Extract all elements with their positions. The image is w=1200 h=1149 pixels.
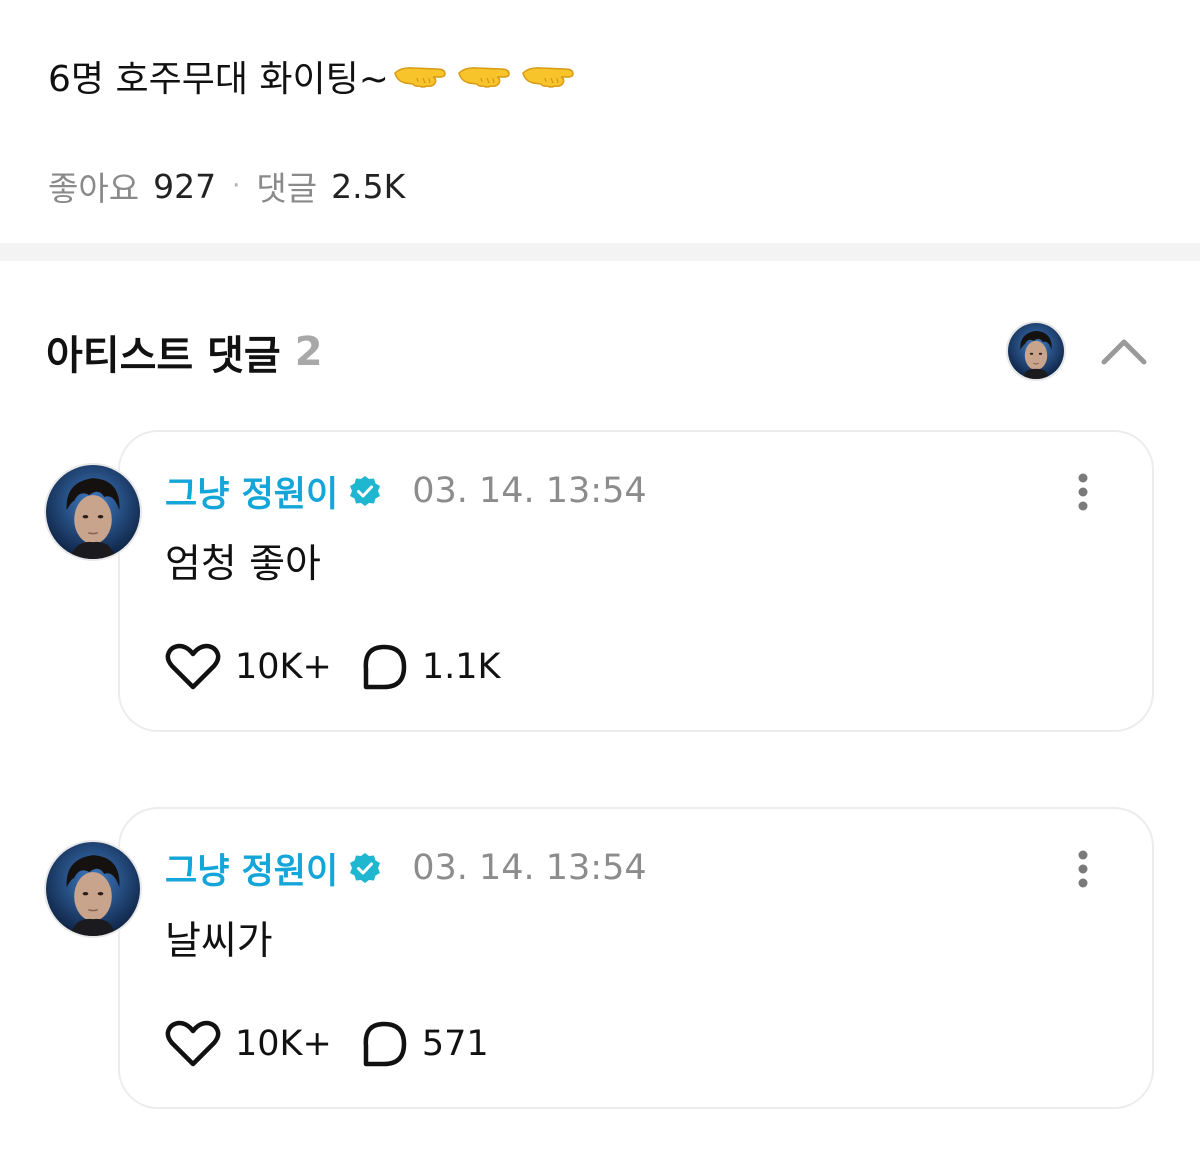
comment-timestamp: 03. 14. 13:54 (412, 471, 647, 511)
comment-header: 그냥 정원이 03. 14. 13:54 (165, 843, 647, 893)
like-button[interactable]: 10K+ (165, 1020, 332, 1068)
comment-author-avatar[interactable] (44, 463, 142, 561)
post-stats: 좋아요 927 · 댓글 2.5K (48, 162, 405, 210)
stats-separator: · (232, 171, 241, 201)
reply-count: 571 (421, 1024, 489, 1064)
comment-author-name[interactable]: 그냥 정원이 (165, 466, 338, 517)
post-text: 6명 호주무대 화이팅~ (48, 59, 389, 100)
reply-bubble-icon (363, 644, 407, 690)
reply-bubble-icon (363, 1021, 407, 1067)
artist-comments-count: 2 (294, 329, 323, 375)
heart-icon (165, 1020, 221, 1067)
like-count: 10K+ (235, 1024, 332, 1064)
emoji-group (393, 61, 579, 91)
more-vertical-icon (1078, 850, 1088, 888)
comment-item: 그냥 정원이 03. 14. 13:54 날씨가 10K+ 571 (0, 807, 1200, 1109)
comments-label[interactable]: 댓글 (256, 162, 317, 210)
post-text-row: 6명 호주무대 화이팅~ (48, 50, 579, 102)
reply-button[interactable]: 571 (360, 1020, 489, 1068)
backhand-index-pointing-left-emoji (458, 67, 510, 88)
like-button[interactable]: 10K+ (165, 643, 332, 691)
comment-header: 그냥 정원이 03. 14. 13:54 (165, 466, 647, 516)
heart-icon (165, 643, 221, 690)
artist-comments-label: 아티스트 댓글 (46, 333, 281, 379)
more-options-button[interactable] (1066, 468, 1100, 516)
chevron-up-icon (1101, 339, 1147, 365)
comments-count[interactable]: 2.5K (331, 167, 405, 206)
comment-timestamp: 03. 14. 13:54 (412, 848, 647, 888)
avatar-image (46, 465, 140, 559)
backhand-index-pointing-left-emoji (394, 67, 446, 88)
section-divider (0, 243, 1200, 261)
backhand-index-pointing-left-emoji (522, 67, 574, 88)
collapse-button[interactable] (1098, 329, 1150, 373)
likes-label[interactable]: 좋아요 (48, 162, 139, 210)
comment-actions: 10K+ 1.1K (165, 642, 500, 692)
artist-avatar[interactable] (1006, 321, 1066, 381)
comment-text: 날씨가 (165, 919, 273, 964)
verified-badge-icon (350, 853, 381, 883)
comment-item: 그냥 정원이 03. 14. 13:54 엄청 좋아 10K+ 1.1K (0, 430, 1200, 732)
comment-author-name[interactable]: 그냥 정원이 (165, 843, 338, 894)
comment-actions: 10K+ 571 (165, 1019, 489, 1069)
artist-comments-title: 아티스트 댓글 2 (46, 324, 1156, 380)
more-vertical-icon (1078, 473, 1088, 511)
avatar-image (46, 842, 140, 936)
comment-author-avatar[interactable] (44, 840, 142, 938)
reply-count: 1.1K (421, 647, 501, 687)
more-options-button[interactable] (1066, 845, 1100, 893)
reply-button[interactable]: 1.1K (360, 643, 501, 691)
comment-text: 엄청 좋아 (165, 542, 321, 587)
artist-comments-header: 아티스트 댓글 2 (46, 321, 1156, 381)
likes-count[interactable]: 927 (153, 167, 216, 206)
verified-badge-icon (350, 476, 381, 506)
like-count: 10K+ (235, 647, 332, 687)
avatar-image (1008, 323, 1064, 379)
